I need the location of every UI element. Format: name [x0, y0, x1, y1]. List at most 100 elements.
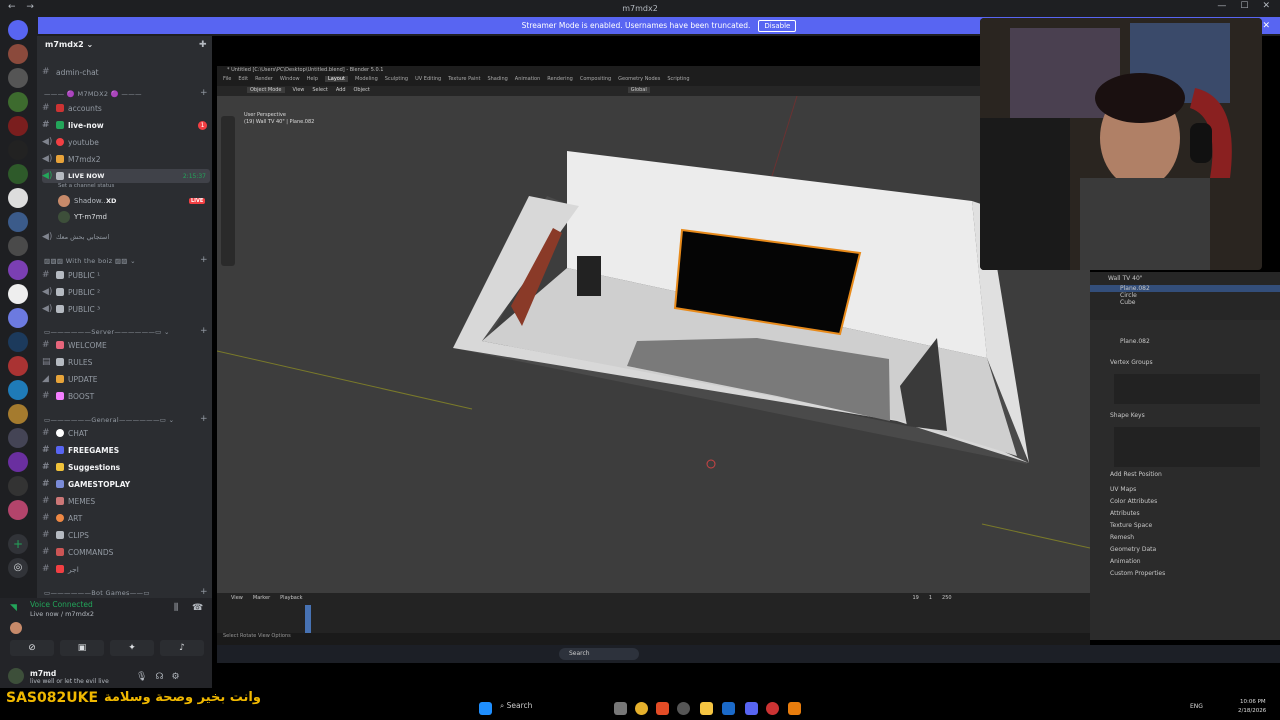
tab-uv-editing[interactable]: UV Editing [415, 76, 441, 82]
channel-live-now-voice[interactable]: ◀) LIVE NOW 2:15:37 [42, 169, 210, 183]
channel-commands[interactable]: # COMMANDS [42, 545, 210, 559]
props-section[interactable]: Texture Space [1090, 521, 1280, 530]
props-section[interactable]: Color Attributes [1090, 497, 1280, 506]
window-controls[interactable]: — ☐ ✕ [1217, 1, 1270, 11]
end-frame[interactable]: 250 [942, 595, 952, 601]
language-indicator[interactable]: ENG [1190, 703, 1203, 710]
noise-icon[interactable]: ⫼ [174, 603, 178, 613]
close-icon[interactable]: ✕ [1262, 1, 1270, 11]
timeline[interactable]: View Marker Playback 19 1 250 [217, 593, 1090, 633]
tab-texture-paint[interactable]: Texture Paint [448, 76, 480, 82]
menu-render[interactable]: Render [255, 76, 273, 82]
server-icon[interactable] [8, 260, 28, 280]
channel-arabic-voice[interactable]: ◀) استجابي بحش معك [42, 230, 210, 244]
channel-public-3[interactable]: ◀) PUBLIC ³ [42, 302, 210, 316]
channel-status-hint[interactable]: Set a channel status [58, 183, 114, 189]
3d-viewport[interactable]: User Perspective (19) Wall TV 40" | Plan… [217, 96, 1090, 593]
channel-public-2[interactable]: ◀) PUBLIC ² [42, 285, 210, 299]
channel-welcome[interactable]: # WELCOME [42, 338, 210, 352]
props-section[interactable]: Geometry Data [1090, 545, 1280, 554]
channel-art[interactable]: # ART [42, 511, 210, 525]
voice-user-name[interactable]: YT-m7md [74, 213, 107, 221]
transform-orientation[interactable]: Global [627, 87, 650, 93]
tab-sculpting[interactable]: Sculpting [385, 76, 408, 82]
server-icon[interactable] [8, 476, 28, 496]
tab-shading[interactable]: Shading [487, 76, 507, 82]
server-icon[interactable] [8, 380, 28, 400]
headset-icon[interactable]: ☊ [155, 672, 171, 682]
blender-icon[interactable] [788, 702, 801, 715]
menu-window[interactable]: Window [280, 76, 300, 82]
start-icon[interactable] [479, 702, 492, 715]
voice-connected-label[interactable]: Voice Connected [30, 600, 93, 609]
channel-chat[interactable]: # CHAT [42, 426, 210, 440]
channel-accounts[interactable]: # accounts [42, 101, 210, 115]
timeline-view[interactable]: View [231, 595, 243, 601]
outliner-item[interactable]: Circle [1090, 292, 1280, 299]
video-button[interactable]: ⊘ [10, 640, 54, 656]
taskbar-search[interactable]: ⌕ Search [500, 701, 532, 711]
channel-rules[interactable]: ▤ RULES [42, 355, 210, 369]
props-section[interactable]: Remesh [1090, 530, 1280, 545]
explore-icon[interactable]: ◎ [8, 558, 28, 578]
close-banner-icon[interactable]: ✕ [1262, 21, 1270, 31]
server-icon[interactable] [8, 236, 28, 256]
tab-geometry-nodes[interactable]: Geometry Nodes [618, 76, 660, 82]
props-section[interactable]: Add Rest Position [1090, 467, 1280, 482]
mode-dropdown[interactable]: Object Mode [247, 87, 285, 93]
server-icon[interactable] [8, 356, 28, 376]
add-member-icon[interactable]: ✚ [199, 40, 207, 50]
tab-modeling[interactable]: Modeling [355, 76, 378, 82]
menu-object[interactable]: Object [354, 87, 370, 93]
outliner-item[interactable]: Plane.082 [1090, 285, 1280, 292]
tab-layout[interactable]: Layout [325, 76, 348, 82]
channel-youtube[interactable]: ◀) youtube [42, 135, 210, 149]
props-section[interactable]: UV Maps [1090, 482, 1280, 497]
current-frame[interactable]: 19 [912, 595, 918, 601]
channel-gamestoplay[interactable]: # GAMESTOPLAY [42, 477, 210, 491]
server-icon[interactable] [8, 452, 28, 472]
add-channel-icon[interactable]: + [200, 587, 208, 597]
soundboard-button[interactable]: ♪ [160, 640, 204, 656]
discord-icon[interactable] [745, 702, 758, 715]
add-channel-icon[interactable]: + [200, 414, 208, 424]
channel-clips[interactable]: # CLIPS [42, 528, 210, 542]
add-channel-icon[interactable]: + [200, 326, 208, 336]
server-icon[interactable] [8, 404, 28, 424]
task-view-icon[interactable] [614, 702, 627, 715]
category-header[interactable]: ▭——————Server——————▭ ⌄ [44, 328, 170, 336]
server-icon[interactable] [8, 308, 28, 328]
server-icon[interactable] [8, 428, 28, 448]
maximize-icon[interactable]: ☐ [1240, 1, 1248, 11]
props-section[interactable]: Custom Properties [1090, 569, 1280, 578]
channel-arabic[interactable]: # اجر [42, 562, 210, 576]
clock-time[interactable]: 10:06 PM [1240, 699, 1266, 705]
add-channel-icon[interactable]: + [200, 88, 208, 98]
toolbar[interactable] [221, 116, 235, 266]
voice-user-name[interactable]: Shadow.. [74, 197, 105, 205]
add-channel-icon[interactable]: + [200, 255, 208, 265]
tab-animation[interactable]: Animation [515, 76, 541, 82]
outliner-item[interactable]: Wall TV 40" [1090, 272, 1280, 285]
server-icon[interactable] [8, 164, 28, 184]
tab-scripting[interactable]: Scripting [667, 76, 689, 82]
channel-memes[interactable]: # MEMES [42, 494, 210, 508]
server-name[interactable]: m7mdx2 ⌄ [45, 40, 93, 49]
props-section[interactable]: Vertex Groups [1090, 351, 1280, 374]
minimize-icon[interactable]: — [1217, 1, 1226, 11]
user-name[interactable]: m7md [30, 669, 56, 678]
server-icon[interactable] [8, 500, 28, 520]
playhead[interactable] [305, 605, 311, 633]
menu-help[interactable]: Help [307, 76, 318, 82]
channel-freegames[interactable]: # FREEGAMES [42, 443, 210, 457]
start-frame[interactable]: 1 [929, 595, 932, 601]
obs-icon[interactable] [766, 702, 779, 715]
menu-file[interactable]: File [223, 76, 231, 82]
signal-icon[interactable]: ◥ [10, 603, 17, 613]
menu-edit[interactable]: Edit [238, 76, 248, 82]
props-section[interactable]: Shape Keys [1090, 404, 1280, 427]
server-icon[interactable] [8, 188, 28, 208]
server-icon[interactable] [8, 284, 28, 304]
search-box[interactable]: Search [559, 648, 639, 660]
channel-boost[interactable]: # BOOST [42, 389, 210, 403]
